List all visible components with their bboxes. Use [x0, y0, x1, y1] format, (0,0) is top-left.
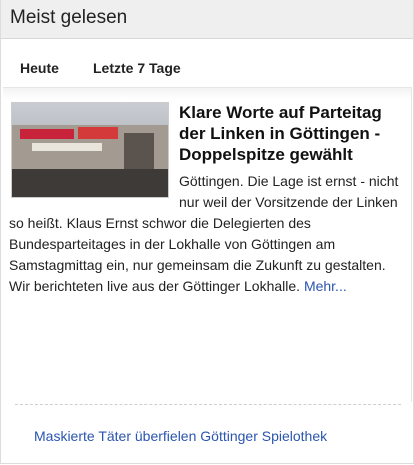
featured-article: Klare Worte auf Parteitag der Linken in … [3, 87, 412, 402]
most-read-widget: Meist gelesen Heute Letzte 7 Tage Klare … [0, 0, 414, 464]
divider [15, 404, 401, 405]
tab-last-7-days[interactable]: Letzte 7 Tage [93, 60, 181, 76]
article-image[interactable] [11, 102, 169, 198]
tab-today[interactable]: Heute [20, 60, 59, 76]
list-item-article-link[interactable]: Maskierte Täter überfielen Göttinger Spi… [34, 428, 327, 444]
widget-title: Meist gelesen [1, 0, 413, 39]
tab-bar: Heute Letzte 7 Tage [1, 39, 413, 87]
more-link[interactable]: Mehr... [304, 278, 347, 294]
